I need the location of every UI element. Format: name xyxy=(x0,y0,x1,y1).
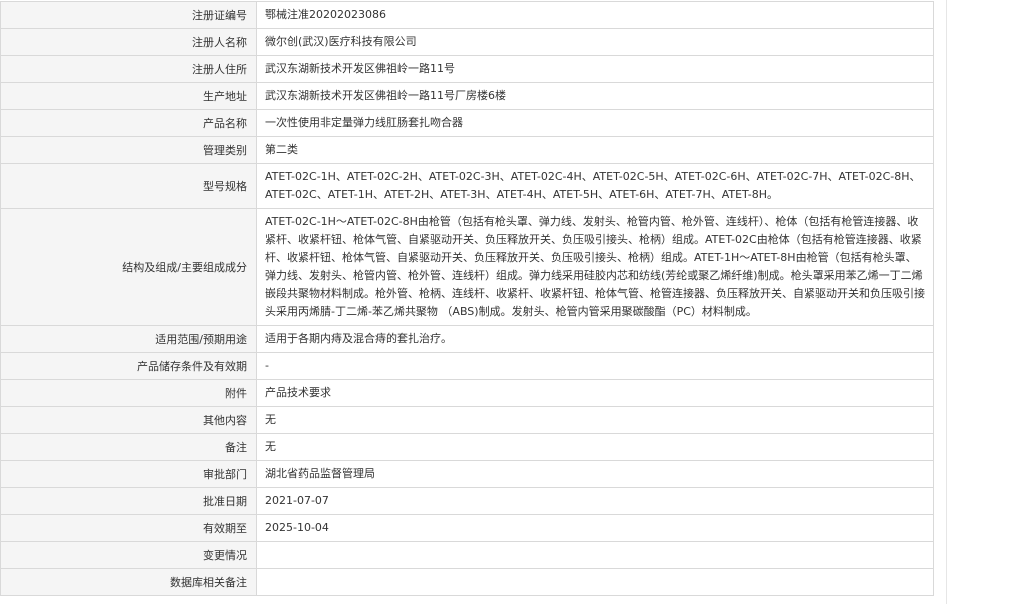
field-label: 产品储存条件及有效期 xyxy=(0,352,257,380)
field-value: 产品技术要求 xyxy=(256,379,934,407)
table-row: 审批部门 湖北省药品监督管理局 xyxy=(0,460,934,488)
table-row: 有效期至 2025-10-04 xyxy=(0,514,934,542)
field-value: - xyxy=(256,352,934,380)
registration-detail-page: 注册证编号 鄂械注准20202023086 注册人名称 微尔创(武汉)医疗科技有… xyxy=(0,0,1011,604)
field-label: 备注 xyxy=(0,433,257,461)
right-margin-strip xyxy=(946,0,1011,604)
field-value: 武汉东湖新技术开发区佛祖岭一路11号厂房楼6楼 xyxy=(256,82,934,110)
field-value: 第二类 xyxy=(256,136,934,164)
table-row: 批准日期 2021-07-07 xyxy=(0,487,934,515)
table-row: 产品储存条件及有效期 - xyxy=(0,352,934,380)
field-label: 适用范围/预期用途 xyxy=(0,325,257,353)
field-value: 适用于各期内痔及混合痔的套扎治疗。 xyxy=(256,325,934,353)
field-value xyxy=(256,541,934,569)
field-value xyxy=(256,568,934,596)
table-row: 注册证编号 鄂械注准20202023086 xyxy=(0,1,934,29)
field-label: 结构及组成/主要组成成分 xyxy=(0,208,257,326)
field-label: 注册人住所 xyxy=(0,55,257,83)
field-value: ATET-02C-1H～ATET-02C-8H由枪管（包括有枪头罩、弹力线、发射… xyxy=(256,208,934,326)
field-label: 注册证编号 xyxy=(0,1,257,29)
field-value: 无 xyxy=(256,406,934,434)
field-label: 其他内容 xyxy=(0,406,257,434)
field-value: 湖北省药品监督管理局 xyxy=(256,460,934,488)
field-label: 注册人名称 xyxy=(0,28,257,56)
field-value: 鄂械注准20202023086 xyxy=(256,1,934,29)
table-row: 数据库相关备注 xyxy=(0,568,934,596)
table-row: 其他内容 无 xyxy=(0,406,934,434)
field-value: 2025-10-04 xyxy=(256,514,934,542)
table-row: 注册人住所 武汉东湖新技术开发区佛祖岭一路11号 xyxy=(0,55,934,83)
table-row: 管理类别 第二类 xyxy=(0,136,934,164)
table-row: 适用范围/预期用途 适用于各期内痔及混合痔的套扎治疗。 xyxy=(0,325,934,353)
field-label: 数据库相关备注 xyxy=(0,568,257,596)
field-value: 无 xyxy=(256,433,934,461)
field-label: 批准日期 xyxy=(0,487,257,515)
table-row: 备注 无 xyxy=(0,433,934,461)
field-label: 附件 xyxy=(0,379,257,407)
table-row: 注册人名称 微尔创(武汉)医疗科技有限公司 xyxy=(0,28,934,56)
table-row: 变更情况 xyxy=(0,541,934,569)
field-value: 武汉东湖新技术开发区佛祖岭一路11号 xyxy=(256,55,934,83)
field-value: 微尔创(武汉)医疗科技有限公司 xyxy=(256,28,934,56)
table-row: 结构及组成/主要组成成分 ATET-02C-1H～ATET-02C-8H由枪管（… xyxy=(0,208,934,326)
field-label: 变更情况 xyxy=(0,541,257,569)
field-label: 管理类别 xyxy=(0,136,257,164)
field-label: 审批部门 xyxy=(0,460,257,488)
table-row: 附件 产品技术要求 xyxy=(0,379,934,407)
table-row: 型号规格 ATET-02C-1H、ATET-02C-2H、ATET-02C-3H… xyxy=(0,163,934,209)
registration-info-table: 注册证编号 鄂械注准20202023086 注册人名称 微尔创(武汉)医疗科技有… xyxy=(0,1,934,596)
field-label: 型号规格 xyxy=(0,163,257,209)
field-value: 2021-07-07 xyxy=(256,487,934,515)
table-row: 产品名称 一次性使用非定量弹力线肛肠套扎吻合器 xyxy=(0,109,934,137)
table-row: 生产地址 武汉东湖新技术开发区佛祖岭一路11号厂房楼6楼 xyxy=(0,82,934,110)
field-label: 有效期至 xyxy=(0,514,257,542)
field-value: ATET-02C-1H、ATET-02C-2H、ATET-02C-3H、ATET… xyxy=(256,163,934,209)
field-label: 产品名称 xyxy=(0,109,257,137)
field-label: 生产地址 xyxy=(0,82,257,110)
field-value: 一次性使用非定量弹力线肛肠套扎吻合器 xyxy=(256,109,934,137)
